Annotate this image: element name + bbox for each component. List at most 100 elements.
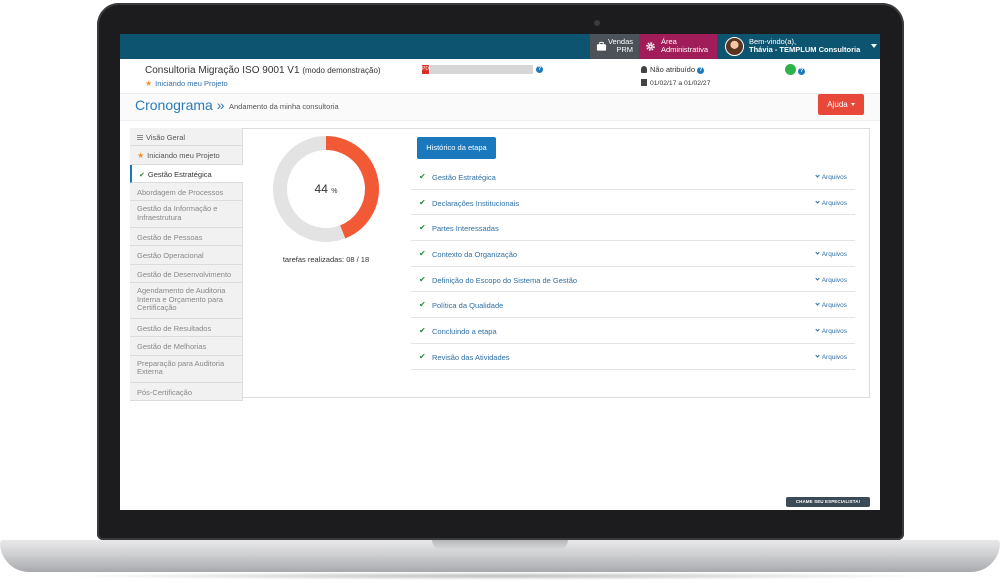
list-icon — [137, 135, 143, 140]
help-dropdown-button[interactable]: Ajuda — [818, 94, 864, 115]
step-row: ✔ Declarações Institucionais Arquivos — [411, 190, 855, 216]
project-dates: 01/02/17 a 01/02/27 — [641, 79, 710, 87]
step-link[interactable]: Definição do Escopo do Sistema de Gestão — [432, 276, 577, 285]
avatar — [725, 37, 744, 56]
step-link[interactable]: Política da Qualidade — [432, 301, 503, 310]
check-icon: ✔ — [419, 249, 426, 259]
step-link[interactable]: Partes Interessadas — [432, 224, 499, 233]
laptop-notch — [432, 540, 568, 549]
step-link[interactable]: Contexto da Organização — [432, 250, 517, 259]
user-name: Thávia - TEMPLUM Consultoria — [749, 45, 861, 54]
arquivos-toggle[interactable]: Arquivos — [815, 353, 847, 361]
chevron-down-icon — [815, 276, 820, 281]
project-subtitle: Iniciando meu Projeto — [155, 79, 228, 88]
area-administrativa-button[interactable]: Área Administrativa — [639, 34, 717, 59]
sidebar-item-gestao-de-desenvolvimento[interactable]: Gestão de Desenvolvimento — [130, 264, 243, 284]
chat-label: CHAME SEU ESPECIALISTA! — [795, 499, 861, 504]
check-icon: ✔ — [419, 351, 426, 361]
check-icon: ✔ — [419, 197, 426, 207]
step-row: ✔ Política da Qualidade Arquivos — [411, 292, 855, 319]
step-link[interactable]: Gestão Estratégica — [432, 173, 496, 182]
sidebar-item-pos-certificacao[interactable]: Pós-Certificação — [130, 382, 243, 401]
project-title: Consultoria Migração ISO 9001 V1 (modo d… — [145, 65, 381, 76]
sidebar-item-visao-geral[interactable]: Visão Geral — [130, 128, 243, 147]
person-icon — [641, 66, 647, 73]
progress-percent-value: 44 — [314, 182, 328, 196]
chevron-down-icon — [815, 301, 820, 307]
historico-da-etapa-button[interactable]: Histórico da etapa — [417, 137, 496, 159]
caret-down-icon — [850, 103, 855, 106]
arquivos-toggle[interactable]: Arquivos — [815, 327, 847, 335]
arquivos-toggle[interactable]: Arquivos — [815, 250, 847, 258]
vendas-prm-button[interactable]: Vendas PRM — [590, 34, 639, 59]
steps-list: ✔ Gestão Estratégica Arquivos ✔ Declaraç… — [411, 164, 855, 370]
date-range: 01/02/17 a 01/02/27 — [650, 80, 711, 87]
chat-specialist-button[interactable]: CHAME SEU ESPECIALISTA! — [786, 497, 870, 507]
help-icon[interactable]: ? — [798, 68, 805, 75]
gear-icon — [646, 42, 655, 51]
tasks-done-label: tarefas realizadas: 08 / 18 — [282, 255, 370, 264]
sidebar-item-abordagem-de-processos[interactable]: Abordagem de Processos — [130, 182, 243, 202]
check-icon: ✔ — [419, 274, 426, 284]
sidebar-item-gestao-da-informacao[interactable]: Gestão da Informação e Infraestrutura — [130, 201, 243, 229]
project-name: Consultoria Migração ISO 9001 V1 — [145, 65, 300, 76]
sidebar-item-iniciando-meu-projeto[interactable]: ★ Iniciando meu Projeto — [130, 146, 243, 165]
calendar-icon — [641, 79, 647, 86]
check-icon: ✔ — [419, 326, 426, 336]
check-icon: ✔ — [139, 171, 145, 179]
step-row: ✔ Gestão Estratégica Arquivos — [411, 164, 855, 190]
page-title: Cronograma » — [135, 97, 225, 113]
chevron-down-icon — [815, 353, 820, 358]
step-row: ✔ Contexto da Organização Arquivos — [411, 241, 855, 267]
chevron-down-icon — [815, 199, 820, 204]
sidebar-item-gestao-operacional[interactable]: Gestão Operacional — [130, 246, 243, 265]
step-link[interactable]: Declarações Institucionais — [432, 199, 519, 208]
app-screen: Vendas PRM Área Administrativa Bem-vindo… — [120, 34, 880, 510]
project-mode: (modo demonstração) — [302, 66, 381, 75]
step-row: ✔ Revisão das Atividades Arquivos — [411, 344, 855, 370]
check-icon: ✔ — [419, 172, 426, 181]
arquivos-toggle[interactable]: Arquivos — [815, 199, 847, 207]
sidebar-item-agendamento-de-auditoria[interactable]: Agendamento de Auditoria Interna e Orçam… — [130, 283, 243, 320]
briefcase-icon — [596, 41, 607, 51]
user-menu[interactable]: Bem-vindo(a), Thávia - TEMPLUM Consultor… — [717, 34, 877, 59]
help-button-label: Ajuda — [827, 100, 848, 109]
page-subtitle: Andamento da minha consultoria — [229, 102, 339, 111]
arquivos-toggle[interactable]: Arquivos — [815, 173, 847, 181]
stage-sidebar: Visão Geral ★ Iniciando meu Projeto ✔ Gest… — [130, 128, 243, 401]
step-link[interactable]: Revisão das Atividades — [432, 353, 510, 362]
star-icon: ★ — [137, 151, 145, 161]
assignee: Não atribuído ? — [641, 65, 705, 74]
step-link[interactable]: Concluindo a etapa — [432, 327, 497, 336]
status-ok-indicator — [785, 64, 796, 75]
progress-percent: 44 % — [273, 182, 379, 196]
project-subtitle-link[interactable]: ★ Iniciando meu Projeto — [145, 79, 228, 88]
arquivos-toggle[interactable]: Arquivos — [815, 301, 847, 309]
progress-percent-sign: % — [331, 188, 338, 195]
sidebar-item-gestao-de-pessoas[interactable]: Gestão de Pessoas — [130, 228, 243, 247]
star-icon: ★ — [145, 79, 153, 88]
chevron-down-icon — [815, 250, 820, 255]
step-row: ✔ Concluindo a etapa Arquivos — [411, 318, 855, 344]
help-icon[interactable]: ? — [536, 66, 543, 73]
project-progress-placeholder — [430, 65, 533, 74]
caret-down-icon — [871, 44, 877, 48]
check-icon: ✔ — [419, 300, 426, 310]
arquivos-toggle[interactable]: Arquivos — [815, 276, 847, 284]
pdf-icon[interactable]: PDF — [422, 65, 432, 74]
check-icon: ✔ — [419, 223, 426, 233]
sidebar-item-gestao-estrategica[interactable]: ✔ Gestão Estratégica — [130, 164, 243, 183]
step-row: ✔ Partes Interessadas — [411, 215, 855, 242]
sidebar-item-gestao-de-resultados[interactable]: Gestão de Resultados — [130, 319, 243, 338]
step-row: ✔ Definição do Escopo do Sistema de Gest… — [411, 267, 855, 293]
chevron-down-icon — [815, 173, 820, 178]
sidebar-item-gestao-de-melhorias[interactable]: Gestão de Melhorias — [130, 337, 243, 356]
prm-label: PRM — [616, 45, 633, 54]
chevron-down-icon — [815, 327, 820, 332]
assignee-label: Não atribuído — [650, 65, 696, 74]
laptop-base — [0, 540, 1000, 572]
sidebar-item-preparacao-auditoria-externa[interactable]: Preparação para Auditoria Externa — [130, 355, 243, 383]
laptop-shadow — [60, 572, 940, 580]
help-icon[interactable]: ? — [697, 66, 705, 74]
administrativa-label: Administrativa — [661, 45, 709, 54]
